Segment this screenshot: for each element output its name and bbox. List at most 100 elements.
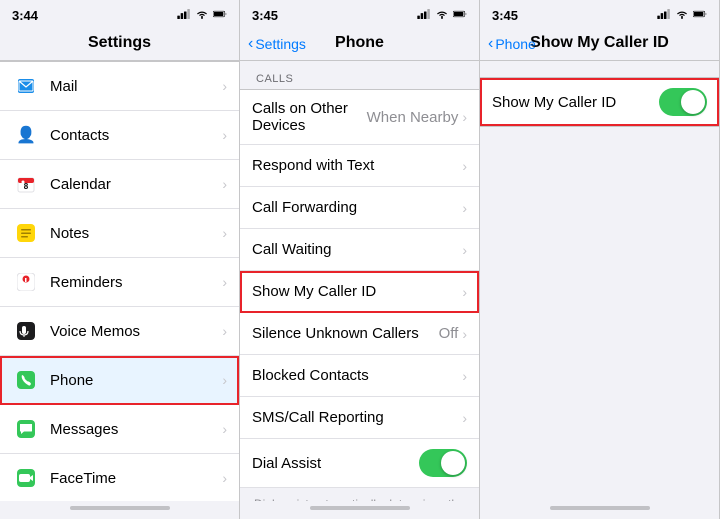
settings-item-voicememos[interactable]: Voice Memos› [0,307,239,356]
show-caller-id-row[interactable]: Show My Caller ID [480,78,719,126]
home-indicator-1 [0,501,239,519]
sms-reporting-label: SMS/Call Reporting [252,409,462,426]
back-label-3: Phone [495,36,535,52]
nav-bar-2: ‹ Settings Phone [240,28,479,61]
phone-label: Phone [50,372,222,389]
settings-item-reminders[interactable]: Reminders› [0,258,239,307]
calendar-chevron: › [222,176,227,192]
dial-assist-toggle[interactable] [419,449,467,477]
messages-icon [12,415,40,443]
settings-list: Mail›👤Contacts›8Calendar›Notes›Reminders… [0,61,239,501]
show-caller-id-chevron: › [462,284,467,300]
blocked-contacts-chevron: › [462,368,467,384]
messages-label: Messages [50,421,222,438]
settings-item-contacts[interactable]: 👤Contacts› [0,111,239,160]
toggle-knob [681,90,705,114]
settings-item-messages[interactable]: Messages› [0,405,239,454]
back-chevron-3: ‹ [488,35,493,53]
home-indicator-2 [240,501,479,519]
show-caller-id-label: Show My Caller ID [252,283,462,300]
settings-items-group: Mail›👤Contacts›8Calendar›Notes›Reminders… [0,61,239,501]
contacts-label: Contacts [50,127,222,144]
calls-other-devices-value: When Nearby [367,109,459,126]
silence-unknown-value: Off [439,325,459,342]
phone-item-call-waiting[interactable]: Call Waiting› [240,229,479,271]
calendar-icon: 8 [12,170,40,198]
respond-text-chevron: › [462,158,467,174]
status-time-1: 3:44 [12,8,38,23]
caller-id-content: Show My Caller ID [480,61,719,501]
phone-item-silence-unknown[interactable]: Silence Unknown CallersOff› [240,313,479,355]
notes-icon [12,219,40,247]
battery-icon-2 [453,9,467,22]
back-button-2[interactable]: ‹ Settings [248,35,306,53]
settings-item-notes[interactable]: Notes› [0,209,239,258]
settings-item-calendar[interactable]: 8 Calendar› [0,160,239,209]
phone-item-calls-other-devices[interactable]: Calls on Other DevicesWhen Nearby› [240,90,479,145]
call-forwarding-chevron: › [462,200,467,216]
signal-icon [177,9,191,22]
mail-icon [12,72,40,100]
home-bar-2 [310,506,410,510]
signal-icon-2 [417,9,431,22]
settings-item-phone[interactable]: Phone› [0,356,239,405]
home-indicator-3 [480,501,719,519]
phone-item-call-forwarding[interactable]: Call Forwarding› [240,187,479,229]
phone-icon [12,366,40,394]
reminders-chevron: › [222,274,227,290]
panel-phone: 3:45 [240,0,480,519]
home-bar-3 [550,506,650,510]
calendar-label: Calendar [50,176,222,193]
wifi-icon [195,9,209,22]
phone-settings-content: CALLS Calls on Other DevicesWhen Nearby›… [240,61,479,501]
status-icons-1 [177,9,227,22]
phone-item-dial-assist[interactable]: Dial Assist [240,439,479,488]
calls-other-devices-chevron: › [462,109,467,125]
notes-chevron: › [222,225,227,241]
battery-icon [213,9,227,22]
reminders-icon [12,268,40,296]
voicememos-icon [12,317,40,345]
show-caller-id-label: Show My Caller ID [492,94,659,111]
status-icons-2 [417,9,467,22]
wifi-icon-2 [435,9,449,22]
nav-bar-3: ‹ Phone Show My Caller ID [480,28,719,61]
phone-item-sms-reporting[interactable]: SMS/Call Reporting› [240,397,479,439]
contacts-chevron: › [222,127,227,143]
wifi-icon-3 [675,9,689,22]
settings-title: Settings [12,34,227,52]
battery-icon-3 [693,9,707,22]
phone-item-dial-assist-desc: Dial assist automatically determines the… [240,488,479,501]
settings-item-facetime[interactable]: FaceTime› [0,454,239,501]
phone-item-show-caller-id[interactable]: Show My Caller ID› [240,271,479,313]
silence-unknown-label: Silence Unknown Callers [252,325,439,342]
status-bar-1: 3:44 [0,0,239,28]
settings-item-mail[interactable]: Mail› [0,62,239,111]
back-chevron-2: ‹ [248,35,253,53]
call-waiting-label: Call Waiting [252,241,462,258]
status-time-2: 3:45 [252,8,278,23]
facetime-icon [12,464,40,492]
panel-caller-id: 3:45 [480,0,720,519]
home-bar-1 [70,506,170,510]
phone-item-blocked-contacts[interactable]: Blocked Contacts› [240,355,479,397]
toggle-knob [441,451,465,475]
signal-icon-3 [657,9,671,22]
dial-assist-label: Dial Assist [252,455,419,472]
caller-id-group: Show My Caller ID [480,77,719,127]
back-button-3[interactable]: ‹ Phone [488,35,536,53]
phone-items-group: Calls on Other DevicesWhen Nearby›Respon… [240,89,479,501]
phone-item-respond-text[interactable]: Respond with Text› [240,145,479,187]
call-forwarding-label: Call Forwarding [252,199,462,216]
call-waiting-chevron: › [462,242,467,258]
voicememos-chevron: › [222,323,227,339]
phone-chevron: › [222,372,227,388]
show-caller-id-toggle[interactable] [659,88,707,116]
svg-text:8: 8 [24,182,29,191]
status-bar-3: 3:45 [480,0,719,28]
facetime-label: FaceTime [50,470,222,487]
nav-bar-1: Settings [0,28,239,61]
respond-text-label: Respond with Text [252,157,462,174]
status-bar-2: 3:45 [240,0,479,28]
mail-chevron: › [222,78,227,94]
